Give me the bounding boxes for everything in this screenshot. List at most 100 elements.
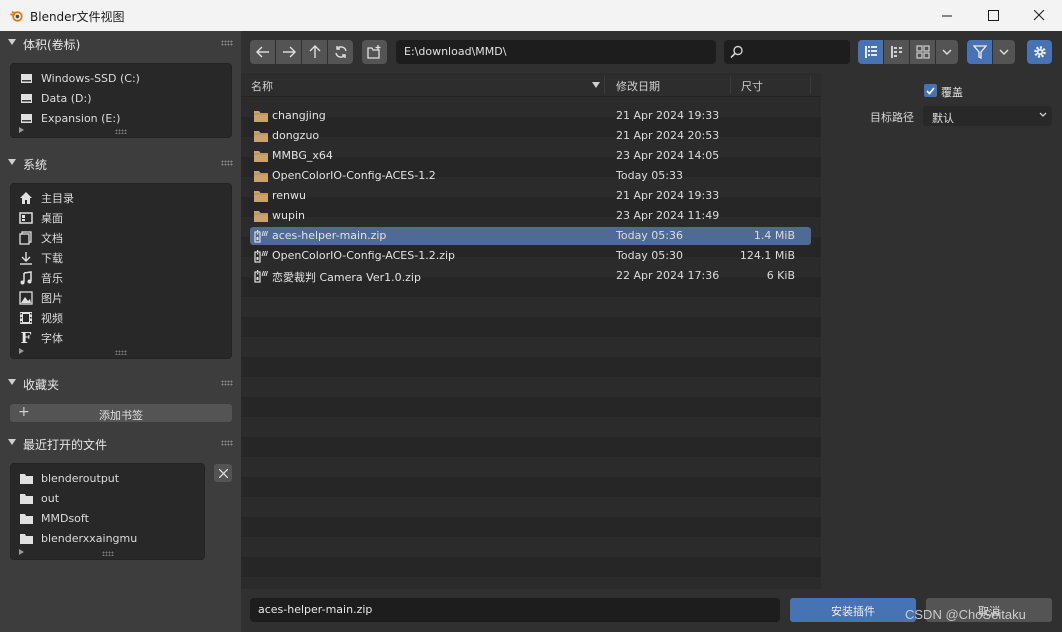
recent-section-header[interactable]: 最近打开的文件: [0, 431, 241, 455]
collapse-triangle-icon: [8, 379, 16, 385]
folder-icon: [18, 510, 34, 526]
file-row[interactable]: renwu 21 Apr 2024 19:33: [250, 187, 811, 205]
filter-toggle-button[interactable]: [967, 40, 992, 64]
recent-list: blenderoutput out MMDsoft blenderxxaingm…: [10, 463, 205, 560]
directory-path-input[interactable]: E:\download\MMD\: [396, 40, 716, 64]
view-list-horizontal-button[interactable]: [884, 40, 909, 64]
file-date: 23 Apr 2024 11:49: [616, 209, 720, 222]
drag-grip-icon[interactable]: [221, 440, 233, 446]
file-name: OpenColorIO-Config-ACES-1.2.zip: [272, 249, 456, 262]
volumes-section-header[interactable]: 体积(卷标): [0, 31, 241, 55]
system-item-home[interactable]: 主目录: [18, 188, 74, 208]
chevron-down-icon: [999, 49, 1009, 55]
bookmarks-section-header[interactable]: 收藏夹: [0, 371, 241, 395]
view-thumbnails-button[interactable]: [910, 40, 935, 64]
recent-item[interactable]: blenderxxaingmu: [18, 528, 137, 548]
file-row[interactable]: OpenColorIO-Config-ACES-1.2 Today 05:33: [250, 167, 811, 185]
music-icon: [18, 270, 34, 286]
home-icon: [18, 190, 34, 206]
recent-item[interactable]: blenderoutput: [18, 468, 119, 488]
column-header-date[interactable]: 修改日期: [616, 78, 660, 94]
search-input[interactable]: [724, 40, 850, 64]
file-row[interactable]: dongzuo 21 Apr 2024 20:53: [250, 127, 811, 145]
add-bookmark-button[interactable]: + 添加书签: [10, 404, 232, 422]
file-size: 124.1 MiB: [739, 249, 795, 262]
folder-icon: [18, 470, 34, 486]
filter-options-dropdown[interactable]: [993, 40, 1015, 64]
parent-directory-button[interactable]: [302, 40, 327, 64]
file-row[interactable]: changjing 21 Apr 2024 19:33: [250, 107, 811, 125]
recent-item[interactable]: out: [18, 488, 59, 508]
grid-view-icon: [915, 45, 930, 59]
system-section-title: 系统: [23, 158, 48, 172]
new-folder-button[interactable]: [362, 40, 387, 64]
system-item-pictures[interactable]: 图片: [18, 288, 63, 308]
drag-grip-icon[interactable]: [221, 380, 233, 386]
drag-grip-icon[interactable]: [221, 160, 233, 166]
sort-descending-icon[interactable]: [592, 82, 600, 88]
system-item-desktop[interactable]: 桌面: [18, 208, 63, 228]
drag-grip-icon[interactable]: [221, 40, 233, 46]
column-header-name[interactable]: 名称: [251, 78, 273, 94]
system-item-videos[interactable]: 视频: [18, 308, 63, 328]
system-section-header[interactable]: 系统: [0, 151, 241, 175]
resize-handle-icon[interactable]: [101, 551, 114, 556]
resize-handle-icon[interactable]: [115, 129, 127, 134]
column-separator[interactable]: [730, 76, 731, 94]
folder-icon: [253, 129, 269, 143]
recent-item[interactable]: MMDsoft: [18, 508, 89, 528]
minimize-icon: [941, 15, 952, 17]
folder-icon: [253, 209, 269, 223]
window-title: Blender文件视图: [30, 10, 125, 24]
back-button[interactable]: [250, 40, 275, 64]
file-name: aces-helper-main.zip: [272, 229, 387, 242]
file-row[interactable]: wupin 23 Apr 2024 11:49: [250, 207, 811, 225]
system-item-fonts[interactable]: F 字体: [18, 328, 63, 348]
recent-section-title: 最近打开的文件: [23, 438, 108, 452]
view-list-vertical-button[interactable]: [858, 40, 883, 64]
zip-file-icon: [253, 249, 269, 263]
system-item-music[interactable]: 音乐: [18, 268, 63, 288]
target-path-select[interactable]: 默认: [923, 106, 1052, 126]
file-row[interactable]: 恋愛裁判 Camera Ver1.0.zip 22 Apr 2024 17:36 6…: [250, 267, 811, 285]
close-icon: [218, 468, 228, 478]
expand-list-icon[interactable]: [19, 348, 24, 354]
settings-button[interactable]: [1027, 40, 1052, 64]
column-separator[interactable]: [604, 76, 605, 94]
volume-item-e[interactable]: Expansion (E:): [18, 108, 120, 128]
forward-button[interactable]: [276, 40, 301, 64]
expand-list-icon[interactable]: [19, 549, 24, 555]
drive-icon: [18, 110, 34, 126]
filename-input[interactable]: aces-helper-main.zip: [250, 598, 780, 622]
install-addon-button[interactable]: 安装插件: [790, 598, 916, 622]
system-item-downloads[interactable]: 下载: [18, 248, 63, 268]
column-header-size[interactable]: 尺寸: [741, 78, 763, 94]
volume-item-d[interactable]: Data (D:): [18, 88, 92, 108]
resize-handle-icon[interactable]: [115, 350, 127, 355]
expand-list-icon[interactable]: [19, 127, 24, 133]
close-window-button[interactable]: [1016, 0, 1062, 31]
file-row[interactable]: OpenColorIO-Config-ACES-1.2.zip Today 05:…: [250, 247, 811, 265]
refresh-button[interactable]: [328, 40, 353, 64]
overwrite-checkbox[interactable]: [924, 84, 937, 97]
blender-logo-icon: [9, 10, 23, 22]
minimize-button[interactable]: [924, 0, 970, 31]
sidebar: 体积(卷标) Windows-SSD (C:) Data (D:) Expans…: [0, 31, 241, 632]
collapse-triangle-icon: [8, 39, 16, 45]
file-list: 名称 修改日期 尺寸 changjing 21 Apr 2024 19:33 don…: [241, 73, 821, 589]
folder-icon: [18, 530, 34, 546]
column-separator[interactable]: [810, 76, 811, 94]
close-icon: [1033, 10, 1044, 21]
view-options-dropdown[interactable]: [936, 40, 958, 64]
clear-recent-button[interactable]: [214, 464, 232, 482]
bookmarks-section-title: 收藏夹: [23, 378, 60, 392]
zip-file-icon: [253, 229, 269, 243]
file-row[interactable]: aces-helper-main.zip Today 05:36 1.4 MiB: [250, 227, 811, 245]
arrow-right-icon: [282, 46, 296, 58]
file-row[interactable]: MMBG_x64 23 Apr 2024 14:05: [250, 147, 811, 165]
watermark: CSDN @ChoSeitaku: [905, 607, 1026, 622]
maximize-button[interactable]: [970, 0, 1016, 31]
volumes-list: Windows-SSD (C:) Data (D:) Expansion (E:…: [10, 63, 232, 138]
volume-item-c[interactable]: Windows-SSD (C:): [18, 68, 140, 88]
system-item-documents[interactable]: 文档: [18, 228, 63, 248]
